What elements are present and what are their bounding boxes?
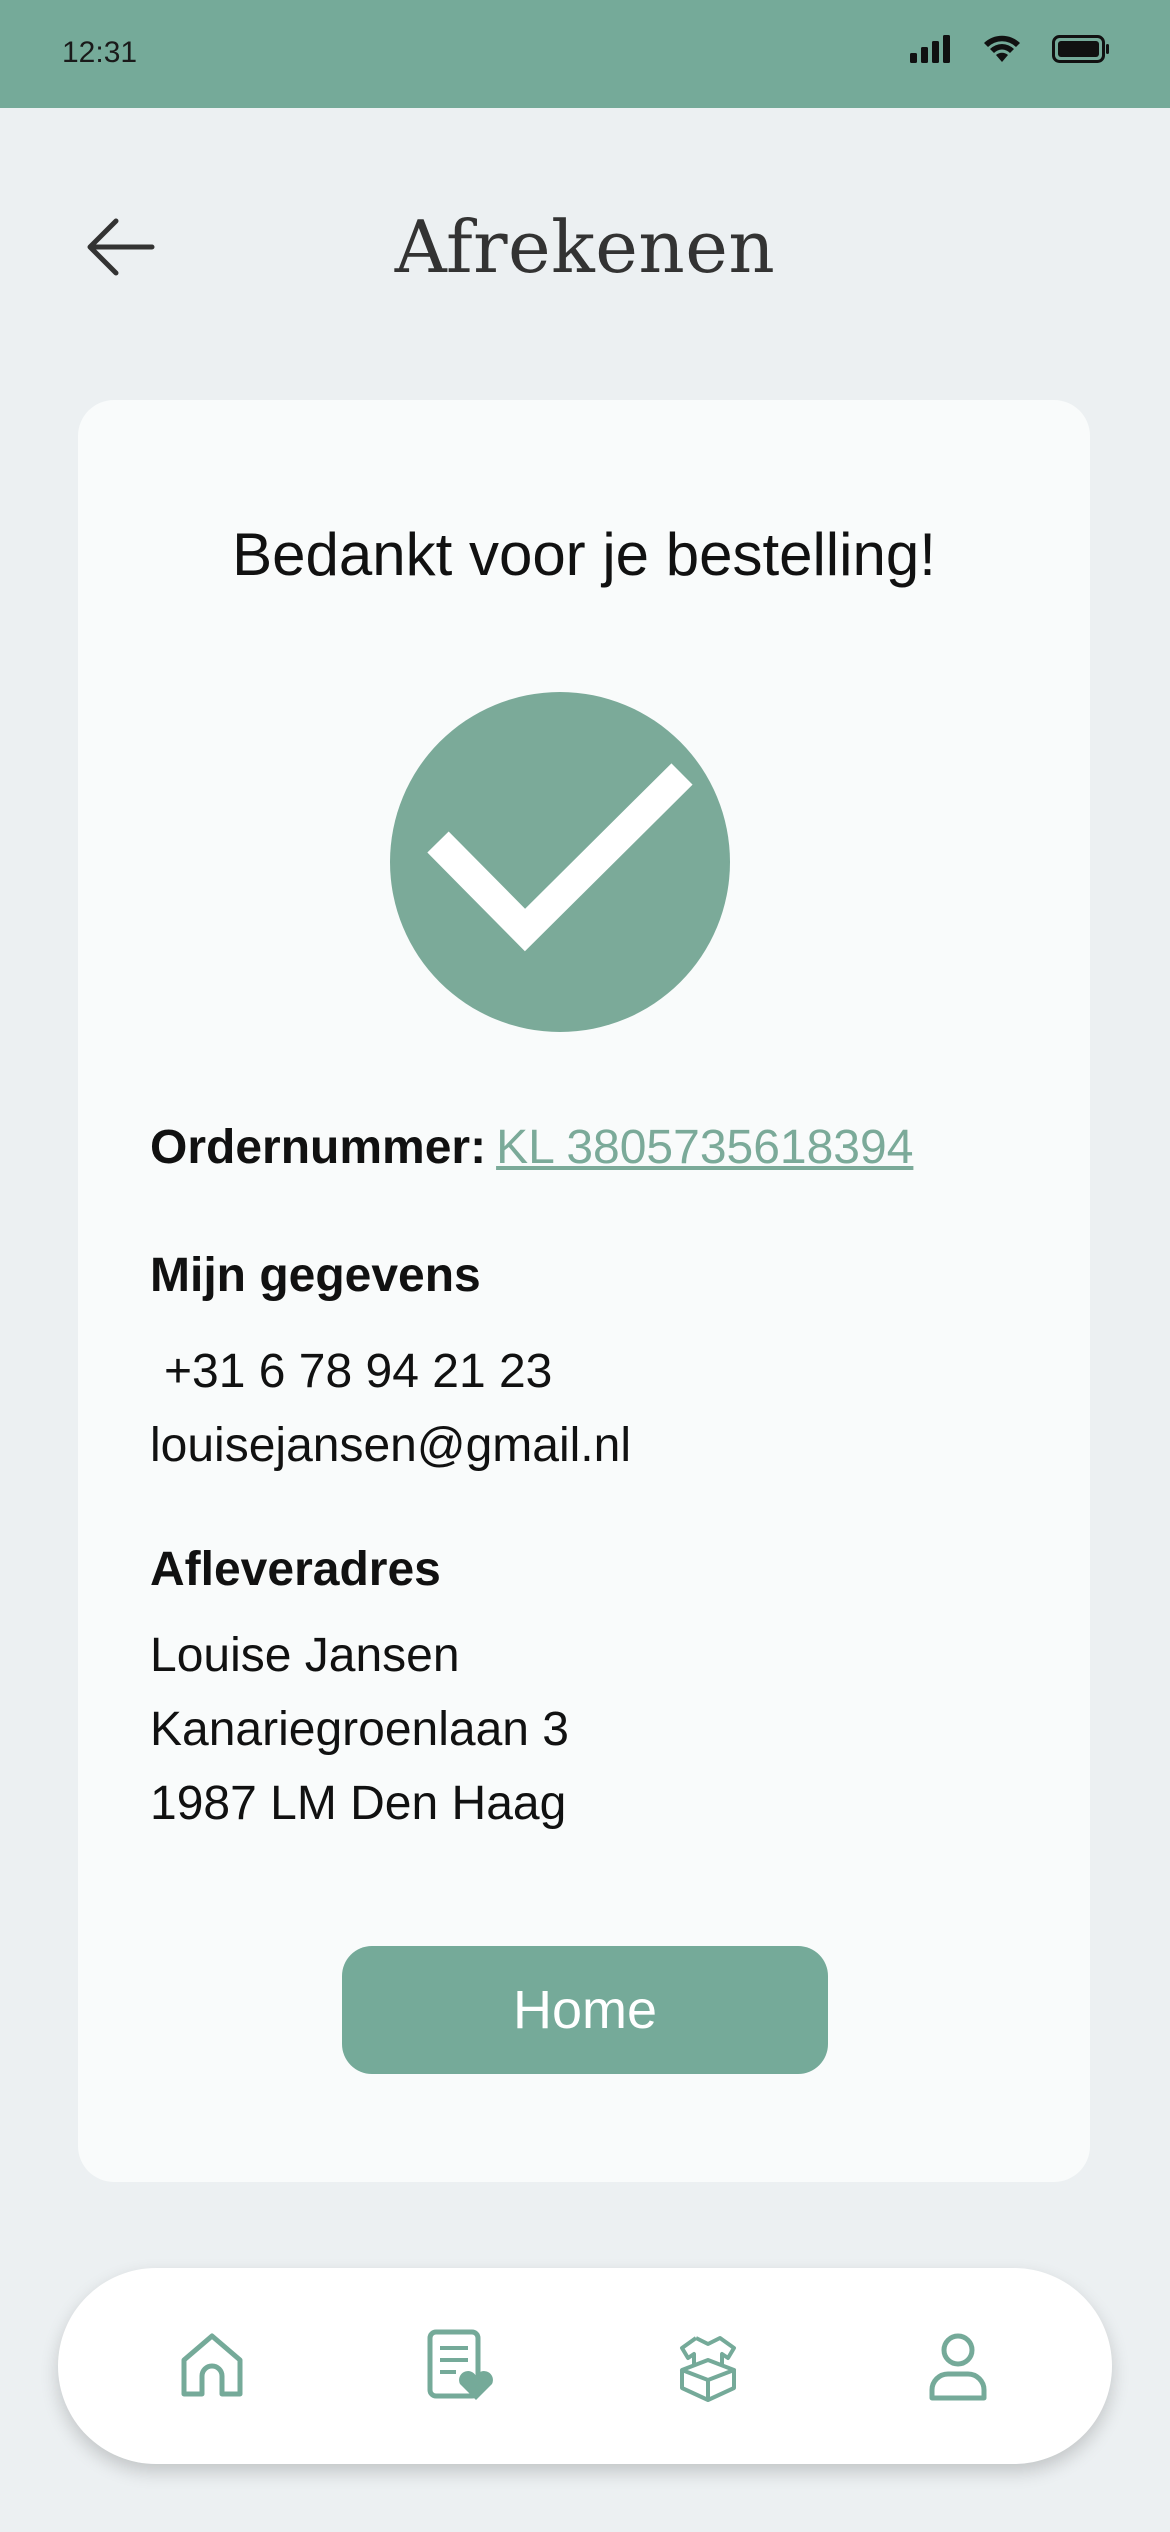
- check-circle-icon: [390, 692, 730, 1032]
- email-address: louisejansen@gmail.nl: [150, 1419, 631, 1472]
- order-number-row: Ordernummer: KL 3805735618394: [150, 1120, 913, 1175]
- home-button[interactable]: Home: [342, 1946, 828, 2074]
- phone-number: +31 6 78 94 21 23: [164, 1345, 553, 1398]
- home-icon: [181, 2333, 243, 2397]
- confirmation-card: Bedankt voor je bestelling! Ordernummer:…: [78, 400, 1090, 2182]
- order-number-link[interactable]: KL 3805735618394: [496, 1121, 913, 1174]
- nav-item-orders[interactable]: [668, 2326, 748, 2406]
- details-title: Mijn gegevens: [150, 1249, 481, 1302]
- battery-icon: [1052, 35, 1109, 63]
- confirmation-heading: Bedankt voor je bestelling!: [232, 521, 936, 588]
- wifi-icon: [984, 35, 1020, 62]
- address-name: Louise Jansen: [150, 1629, 460, 1682]
- bottom-nav: [58, 2268, 1112, 2464]
- status-icons: [910, 34, 1110, 64]
- address-street: Kanariegroenlaan 3: [150, 1703, 569, 1756]
- nav-item-wishlist[interactable]: [420, 2326, 500, 2406]
- box-icon: [680, 2336, 736, 2402]
- page-title: Afrekenen: [394, 205, 776, 289]
- order-number-label: Ordernummer:: [150, 1121, 487, 1174]
- status-time: 12:31: [62, 36, 138, 69]
- address-title: Afleveradres: [150, 1543, 441, 1596]
- wishlist-icon: [427, 2329, 493, 2400]
- address-city: 1987 LM Den Haag: [150, 1777, 567, 1830]
- nav-item-home[interactable]: [172, 2326, 252, 2406]
- nav-item-profile[interactable]: [918, 2326, 998, 2406]
- status-bar: 12:31: [0, 0, 1170, 108]
- cellular-signal-icon: [910, 35, 950, 63]
- user-icon: [929, 2333, 987, 2401]
